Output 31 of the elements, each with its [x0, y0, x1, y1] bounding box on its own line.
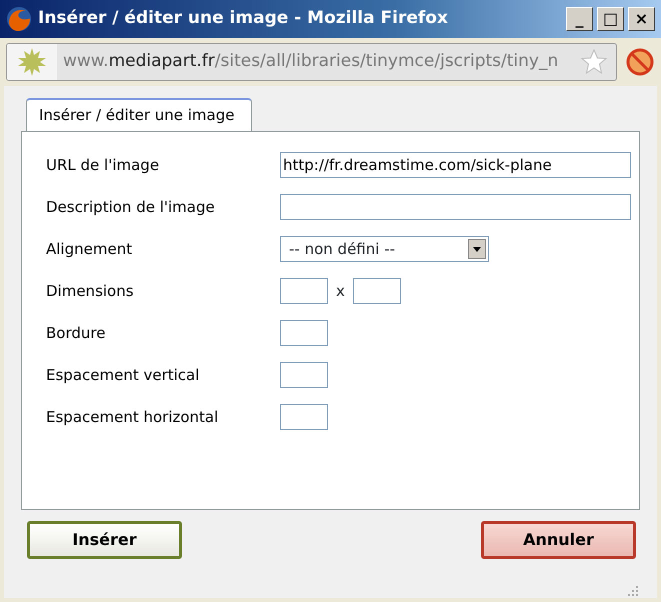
insert-button[interactable]: Insérer: [27, 520, 182, 558]
input-field[interactable]: [280, 194, 631, 220]
minimize-button[interactable]: _: [566, 7, 593, 31]
close-button[interactable]: ×: [628, 7, 655, 31]
field-label: URL de l'image: [46, 154, 160, 176]
input-field[interactable]: [280, 362, 328, 388]
star-icon[interactable]: [580, 48, 608, 76]
maximize-button[interactable]: □: [597, 7, 624, 31]
address-field[interactable]: www.mediapart.fr/sites/all/libraries/tinymce/jscripts/tiny_n: [6, 43, 617, 81]
separator-text: x: [336, 280, 345, 302]
field-label: Dimensions: [46, 280, 135, 302]
cancel-button[interactable]: Annuler: [481, 520, 636, 558]
address-text: www.mediapart.fr/sites/all/libraries/tinymce/jscripts/tiny_n: [62, 50, 560, 74]
field-label: Bordure: [46, 322, 106, 344]
site-icon: [17, 47, 47, 77]
resize-grip-icon[interactable]: [626, 584, 640, 598]
input-field[interactable]: [352, 278, 401, 304]
input-field[interactable]: [280, 278, 328, 304]
blocked-icon[interactable]: [625, 47, 655, 77]
field-label: Description de l'image: [46, 196, 216, 218]
input-field[interactable]: http://fr.dreamstime.com/sick-plane: [280, 152, 631, 178]
window-title: Insérer / éditer une image - Mozilla Firefox: [38, 7, 449, 30]
caret-icon: [473, 246, 481, 252]
tab[interactable]: Insérer / éditer une image: [26, 98, 252, 130]
field-label: Alignement: [46, 238, 134, 260]
browser-logo-icon: [6, 6, 32, 32]
input-field[interactable]: [280, 320, 328, 346]
field-label: Espacement horizontal: [46, 406, 220, 428]
input-field[interactable]: [280, 404, 328, 430]
dropdown[interactable]: -- non défini --: [280, 236, 489, 262]
field-label: Espacement vertical: [46, 364, 200, 386]
